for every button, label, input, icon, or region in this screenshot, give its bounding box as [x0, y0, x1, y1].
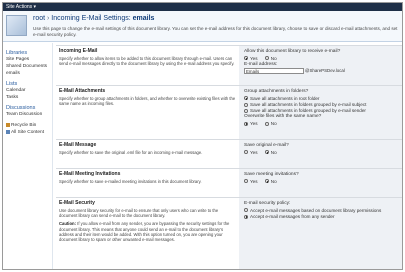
site-actions-menu[interactable]: Site Actions ▾ — [6, 3, 36, 11]
nav-item-shared-documents[interactable]: Shared Documents — [3, 63, 52, 70]
section-title: Incoming E-Mail — [59, 48, 98, 54]
allow-email-yes[interactable]: Yes — [244, 56, 258, 62]
save-meetings-no[interactable]: No — [264, 179, 277, 185]
radio-icon — [244, 56, 248, 61]
radio-icon — [264, 179, 269, 184]
section-title: E-Mail Message — [59, 142, 97, 148]
page-description: Use this page to change the e-mail setti… — [33, 26, 398, 37]
nav-item-team-discussion[interactable]: Team Discussion — [3, 111, 52, 118]
section-title: E-Mail Security — [59, 200, 95, 206]
caution-text: If you allow e-mail from any sender, you… — [59, 221, 230, 243]
overwrite-no[interactable]: No — [264, 121, 277, 127]
radio-icon — [244, 179, 248, 184]
section-help: Use document library security for e-mail… — [59, 208, 219, 219]
all-site-content-label: All Site Content — [11, 130, 45, 135]
section-email-message: E-Mail Message Specify whether to save t… — [56, 139, 402, 168]
settings-form: Incoming E-Mail Specify whether to allow… — [56, 43, 402, 269]
section-help: Specify whether to group attachments in … — [59, 96, 236, 107]
section-incoming-email: Incoming E-Mail Specify whether to allow… — [56, 45, 402, 85]
breadcrumb-settings: Incoming E-Mail Settings: — [51, 15, 131, 22]
allow-email-no[interactable]: No — [264, 56, 277, 62]
top-bar: Site Actions ▾ — [3, 3, 402, 11]
all-content-icon — [6, 129, 10, 134]
section-meeting-invitations: E-Mail Meeting Invitations Specify wheth… — [56, 168, 402, 197]
radio-icon — [244, 96, 248, 101]
nav-item-tasks[interactable]: Tasks — [3, 94, 52, 101]
recycle-bin-label: Recycle Bin — [11, 123, 37, 128]
page-header: root › Incoming E-Mail Settings: emails … — [3, 11, 402, 42]
email-address-input[interactable]: Emails — [244, 68, 304, 75]
radio-icon — [244, 102, 248, 107]
section-help: Specify whether to save the original .em… — [59, 150, 203, 155]
recycle-bin-icon — [6, 122, 10, 127]
browser-frame: Site Actions ▾ root › Incoming E-Mail Se… — [2, 2, 403, 270]
section-help: Specify whether to allow items to be add… — [59, 56, 235, 67]
section-title: E-Mail Attachments — [59, 88, 106, 94]
radio-icon — [244, 150, 248, 155]
radio-icon — [264, 150, 269, 155]
radio-icon — [264, 121, 269, 126]
security-option-any-sender[interactable]: Accept e-mail messages from any sender — [244, 214, 399, 220]
overwrite-yes[interactable]: Yes — [244, 121, 258, 127]
nav-item-site-pages[interactable]: Site Pages — [3, 56, 52, 63]
section-email-security: E-Mail Security Use document library sec… — [56, 197, 402, 269]
nav-item-calendar[interactable]: Calendar — [3, 87, 52, 94]
radio-icon — [264, 56, 269, 61]
page-title: emails — [132, 15, 155, 22]
nav-item-all-site-content[interactable]: All Site Content — [3, 129, 52, 136]
site-logo-icon[interactable] — [6, 15, 27, 36]
quick-launch: Libraries Site Pages Shared Documents em… — [3, 43, 53, 269]
section-attachments: E-Mail Attachments Specify whether to gr… — [56, 85, 402, 139]
save-original-no[interactable]: No — [264, 150, 277, 156]
save-original-yes[interactable]: Yes — [244, 150, 258, 156]
save-meetings-yes[interactable]: Yes — [244, 179, 258, 185]
nav-item-emails[interactable]: emails — [3, 70, 52, 77]
radio-icon — [244, 108, 248, 113]
section-title: E-Mail Meeting Invitations — [59, 171, 121, 177]
radio-icon — [244, 214, 248, 219]
breadcrumb: root › Incoming E-Mail Settings: emails — [33, 15, 154, 22]
radio-icon — [244, 208, 248, 213]
radio-icon — [244, 121, 248, 126]
section-help: Specify whether to save e-mailed meeting… — [59, 179, 202, 184]
nav-item-recycle-bin[interactable]: Recycle Bin — [3, 122, 52, 129]
email-domain: @SharePSDev.local — [305, 68, 345, 74]
breadcrumb-root[interactable]: root — [33, 15, 45, 22]
